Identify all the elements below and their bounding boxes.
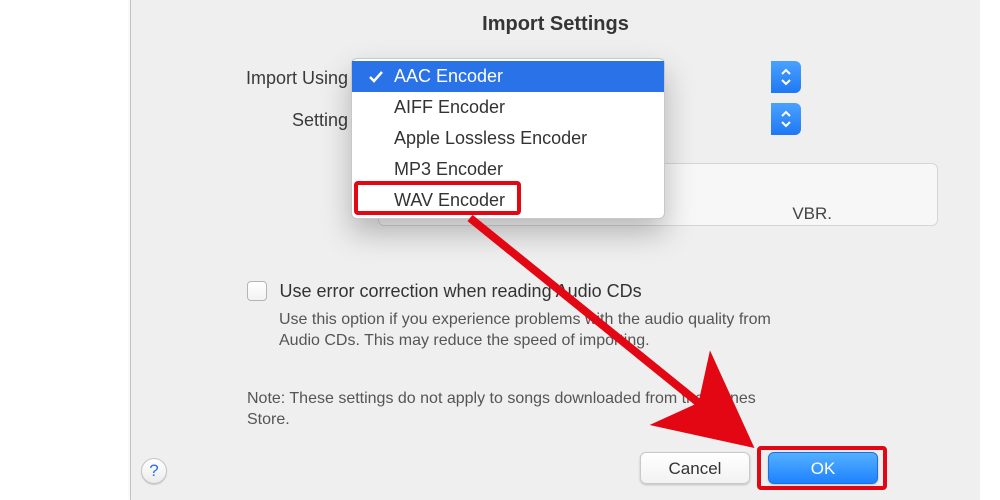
check-icon bbox=[367, 68, 385, 86]
encoder-option-wav[interactable]: WAV Encoder bbox=[352, 185, 664, 216]
error-correction-description: Use this option if you experience proble… bbox=[279, 309, 789, 351]
updown-chevron-icon bbox=[780, 109, 792, 129]
error-correction-row[interactable]: Use error correction when reading Audio … bbox=[247, 281, 807, 302]
note-text: Note: These settings do not apply to son… bbox=[247, 388, 767, 430]
import-using-label: Import Using bbox=[145, 68, 348, 89]
cancel-button[interactable]: Cancel bbox=[640, 452, 750, 484]
encoder-option-label: Apple Lossless Encoder bbox=[394, 128, 587, 148]
encoder-option-label: MP3 Encoder bbox=[394, 159, 503, 179]
help-icon: ? bbox=[149, 461, 158, 480]
ok-button[interactable]: OK bbox=[768, 452, 878, 484]
encoder-option-mp3[interactable]: MP3 Encoder bbox=[352, 154, 664, 185]
encoder-option-aiff[interactable]: AIFF Encoder bbox=[352, 92, 664, 123]
encoder-option-apple-lossless[interactable]: Apple Lossless Encoder bbox=[352, 123, 664, 154]
encoder-option-label: AAC Encoder bbox=[394, 66, 503, 86]
updown-chevron-icon bbox=[780, 67, 792, 87]
details-trailing-text: VBR. bbox=[792, 204, 832, 224]
encoder-option-aac[interactable]: AAC Encoder bbox=[352, 61, 664, 92]
import-using-dropdown-cap[interactable] bbox=[771, 61, 801, 93]
error-correction-label: Use error correction when reading Audio … bbox=[279, 281, 641, 301]
page-margin bbox=[0, 0, 130, 500]
error-correction-checkbox[interactable] bbox=[247, 281, 267, 301]
help-button[interactable]: ? bbox=[141, 458, 167, 484]
setting-dropdown-cap[interactable] bbox=[771, 103, 801, 135]
setting-label: Setting bbox=[145, 110, 348, 131]
import-using-dropdown-menu[interactable]: AAC Encoder AIFF Encoder Apple Lossless … bbox=[351, 58, 665, 219]
encoder-option-label: AIFF Encoder bbox=[394, 97, 505, 117]
window-title: Import Settings bbox=[131, 0, 980, 42]
encoder-option-label: WAV Encoder bbox=[394, 190, 505, 210]
